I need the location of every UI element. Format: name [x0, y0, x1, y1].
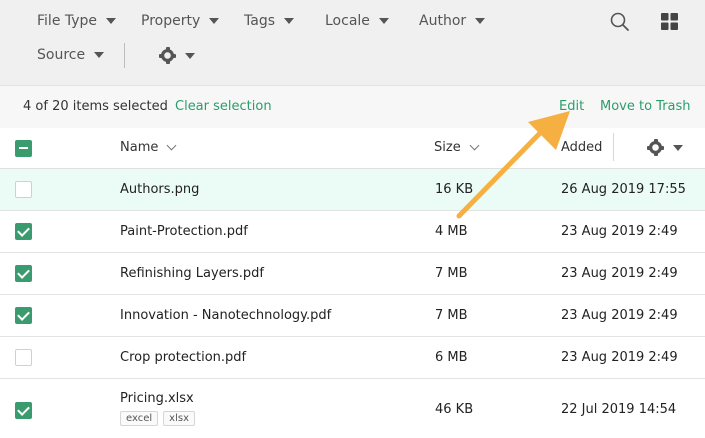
caret-down-icon [106, 18, 117, 24]
table-row[interactable]: Authors.png 16 KB 26 Aug 2019 17:55 [0, 169, 705, 211]
chevron-down-icon [469, 140, 480, 151]
filter-source[interactable]: Source [37, 47, 105, 63]
file-name[interactable]: Innovation - Nanotechnology.pdf [120, 308, 331, 323]
column-settings-button[interactable] [647, 139, 683, 156]
caret-down-icon [673, 144, 683, 151]
column-added-label: Added [561, 140, 603, 155]
file-size: 16 KB [435, 182, 474, 197]
gear-icon [647, 139, 664, 156]
row-checkbox[interactable] [15, 402, 32, 419]
selection-count: 4 of 20 items selected [23, 99, 168, 114]
caret-down-icon [475, 18, 486, 24]
grid-view-icon[interactable] [660, 12, 679, 31]
selection-bar: 4 of 20 items selected Clear selection E… [0, 86, 705, 128]
search-icon[interactable] [609, 11, 631, 33]
filter-locale[interactable]: Locale [325, 13, 389, 29]
file-name[interactable]: Crop protection.pdf [120, 350, 246, 365]
file-name[interactable]: Authors.png [120, 182, 199, 197]
filter-bar: File Type Property Tags Locale Author So… [0, 0, 705, 86]
tag-badge[interactable]: excel [120, 411, 159, 426]
row-checkbox[interactable] [15, 223, 32, 240]
select-all-checkbox[interactable] [15, 140, 32, 157]
filter-property-label: Property [141, 13, 201, 29]
filter-locale-label: Locale [325, 13, 370, 29]
column-size-label: Size [434, 140, 461, 155]
row-checkbox[interactable] [15, 349, 32, 366]
file-size: 46 KB [435, 402, 474, 417]
gear-icon [159, 47, 176, 64]
table-header: Name Size Added [0, 128, 705, 169]
file-size: 7 MB [435, 308, 468, 323]
file-size: 4 MB [435, 224, 468, 239]
filter-tags[interactable]: Tags [244, 13, 294, 29]
filter-author[interactable]: Author [419, 13, 486, 29]
caret-down-icon [94, 52, 105, 58]
chevron-down-icon [166, 140, 177, 151]
header-divider [613, 133, 614, 161]
filter-author-label: Author [419, 13, 467, 29]
caret-down-icon [209, 18, 220, 24]
file-added: 23 Aug 2019 2:49 [561, 224, 678, 239]
filter-file-type-label: File Type [37, 13, 98, 29]
row-checkbox[interactable] [15, 181, 32, 198]
column-size-header[interactable]: Size [434, 140, 480, 155]
file-added: 23 Aug 2019 2:49 [561, 308, 678, 323]
filter-source-label: Source [37, 47, 86, 63]
file-size: 6 MB [435, 350, 468, 365]
row-checkbox[interactable] [15, 265, 32, 282]
column-name-header[interactable]: Name [120, 140, 177, 155]
column-added-header[interactable]: Added [561, 140, 602, 155]
filter-settings-button[interactable] [159, 47, 195, 64]
toolbar-divider [124, 43, 125, 68]
file-added: 23 Aug 2019 2:49 [561, 350, 678, 365]
filter-file-type[interactable]: File Type [37, 13, 117, 29]
caret-down-icon [378, 18, 389, 24]
file-added: 26 Aug 2019 17:55 [561, 182, 686, 197]
table-row[interactable]: Paint-Protection.pdf 4 MB 23 Aug 2019 2:… [0, 211, 705, 253]
file-tags: excel xlsx [120, 410, 200, 426]
file-added: 23 Aug 2019 2:49 [561, 266, 678, 281]
clear-selection-link[interactable]: Clear selection [175, 99, 272, 114]
file-added: 22 Jul 2019 14:54 [561, 402, 677, 417]
table-row[interactable]: Crop protection.pdf 6 MB 23 Aug 2019 2:4… [0, 337, 705, 379]
table-row[interactable]: Innovation - Nanotechnology.pdf 7 MB 23 … [0, 295, 705, 337]
file-name[interactable]: Paint-Protection.pdf [120, 224, 248, 239]
column-name-label: Name [120, 140, 159, 155]
filter-property[interactable]: Property [141, 13, 220, 29]
tag-badge[interactable]: xlsx [163, 411, 195, 426]
caret-down-icon [284, 18, 294, 24]
edit-link[interactable]: Edit [559, 99, 584, 114]
table-row[interactable]: Refinishing Layers.pdf 7 MB 23 Aug 2019 … [0, 253, 705, 295]
caret-down-icon [185, 52, 195, 59]
table-row[interactable]: Pricing.xlsx excel xlsx 46 KB 22 Jul 2019… [0, 379, 705, 438]
move-to-trash-link[interactable]: Move to Trash [600, 99, 691, 114]
file-size: 7 MB [435, 266, 468, 281]
file-name[interactable]: Refinishing Layers.pdf [120, 266, 264, 281]
filter-tags-label: Tags [244, 13, 275, 29]
file-name[interactable]: Pricing.xlsx [120, 391, 194, 406]
row-checkbox[interactable] [15, 307, 32, 324]
